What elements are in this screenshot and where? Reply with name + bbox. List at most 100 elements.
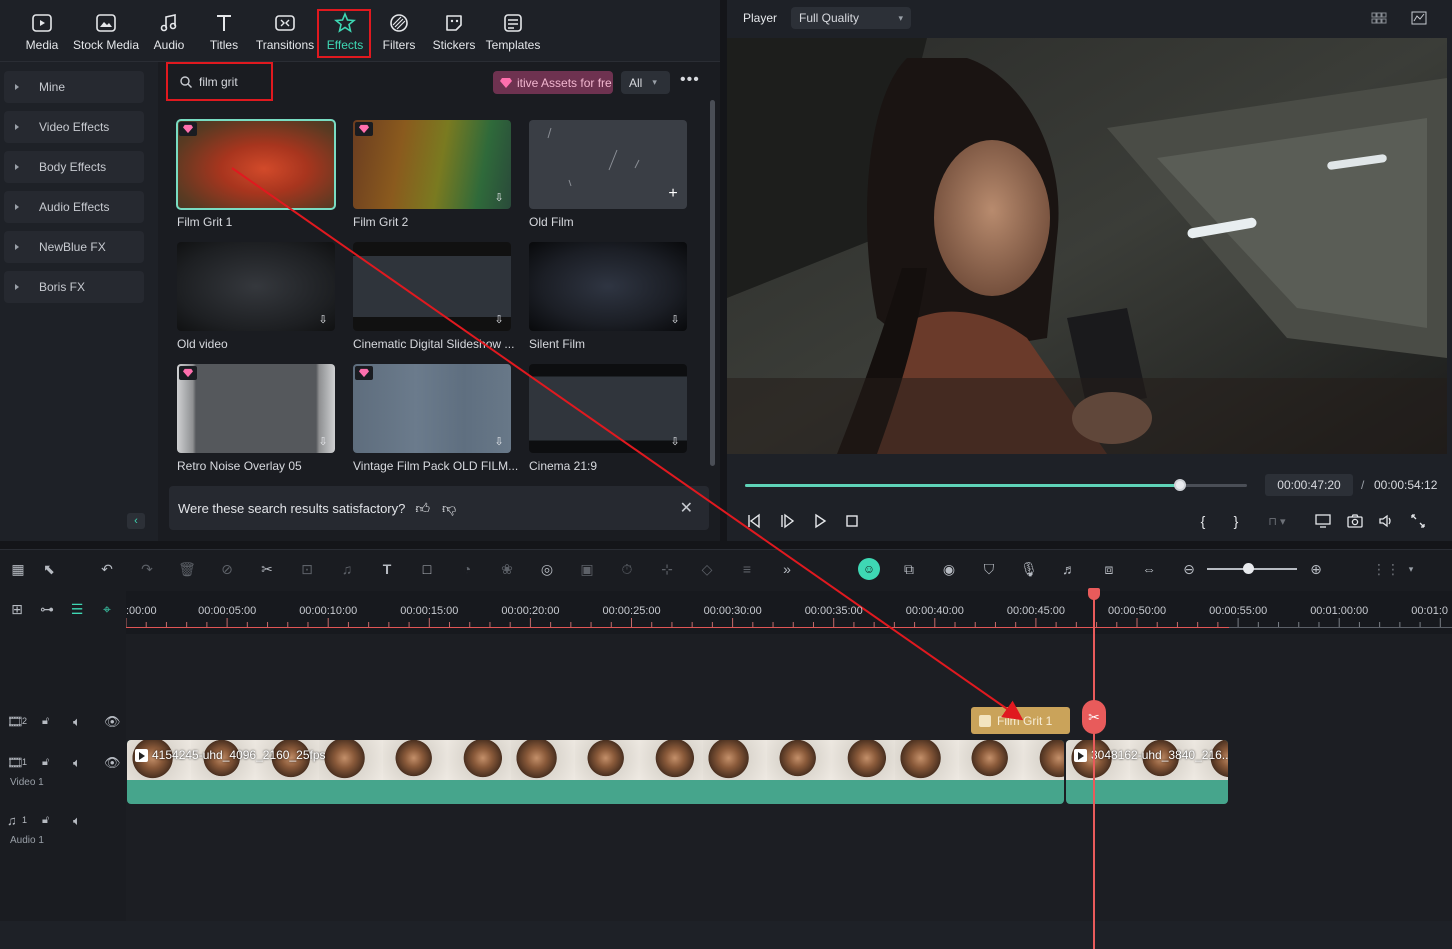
track-manager-icon[interactable]: ☰ <box>68 600 86 618</box>
layout-options-icon[interactable]: ⋮⋮ <box>1372 560 1400 578</box>
download-icon[interactable]: ⇩ <box>491 433 507 449</box>
zoom-out-icon[interactable]: ⊖ <box>1180 560 1198 578</box>
pip-icon[interactable]: ⧈ <box>1100 560 1118 578</box>
split-scissors-icon[interactable]: ✂ <box>258 560 276 578</box>
delete-icon[interactable]: 🗑︎ <box>178 560 196 578</box>
video-track-2[interactable] <box>126 704 1452 738</box>
audio-edit-icon[interactable]: ♫ <box>338 560 356 578</box>
more-tools-icon[interactable]: » <box>778 560 796 578</box>
effect-card-cinematic-digital-slideshow[interactable]: ⇩ Cinematic Digital Slideshow ... <box>353 242 514 351</box>
display-settings-button[interactable] <box>1313 512 1333 530</box>
effect-card-vintage-film-pack[interactable]: ⇩ Vintage Film Pack OLD FILM... <box>353 364 518 473</box>
adjust-icon[interactable]: ≡ <box>738 560 756 578</box>
effect-card-film-grit-2[interactable]: ⇩ Film Grit 2 <box>353 120 511 229</box>
mark-in-button[interactable]: { <box>1195 512 1211 530</box>
download-icon[interactable]: ⇩ <box>491 189 507 205</box>
speaker-icon[interactable]: 🔈︎ <box>73 714 81 730</box>
promo-banner[interactable]: itive Assets for fre <box>493 71 613 94</box>
tab-templates[interactable]: Templates <box>484 12 542 60</box>
auto-reframe-icon[interactable]: ⧉ <box>900 560 918 578</box>
ai-tools-icon[interactable]: ◎ <box>538 560 556 578</box>
crop-icon[interactable]: ⊡ <box>298 560 316 578</box>
sidebar-item-mine[interactable]: Mine <box>4 71 144 103</box>
download-icon[interactable]: ⇩ <box>667 433 683 449</box>
video-preview[interactable] <box>727 38 1447 454</box>
select-tool-icon[interactable]: ⬉ <box>40 560 58 578</box>
color-icon[interactable]: ❀ <box>498 560 516 578</box>
playhead-handle[interactable] <box>1088 588 1100 600</box>
effect-clip-film-grit-1[interactable]: Film Grit 1 <box>971 707 1070 734</box>
sidebar-item-newblue-fx[interactable]: NewBlue FX <box>4 231 144 263</box>
effect-card-silent-film[interactable]: ⇩ Silent Film <box>529 242 687 351</box>
text-tool-icon[interactable]: T <box>378 560 396 578</box>
split-at-playhead-button[interactable]: ✂ <box>1082 700 1106 734</box>
add-icon[interactable]: + <box>665 186 681 203</box>
layout-grid-icon[interactable]: ▦ <box>9 560 27 578</box>
current-time[interactable]: 00:00:47:20 <box>1265 474 1353 496</box>
eye-icon[interactable]: 👁︎ <box>104 755 121 771</box>
speaker-icon[interactable]: 🔈︎ <box>73 755 81 771</box>
mark-out-button[interactable]: } <box>1228 512 1244 530</box>
empty-track-area-bottom[interactable] <box>126 858 1452 921</box>
audio-track-1[interactable] <box>126 806 1452 858</box>
play-button[interactable] <box>811 512 829 530</box>
mask-icon[interactable]: □ <box>418 560 436 578</box>
effect-card-old-film[interactable]: + Old Film <box>529 120 687 229</box>
tab-stock-media[interactable]: Stock Media <box>71 12 141 60</box>
eye-icon[interactable]: 👁︎ <box>104 714 121 730</box>
effect-card-film-grit-1[interactable]: Film Grit 1 <box>176 119 336 229</box>
video-clip-a[interactable]: 4154245-uhd_4096_2160_25fps <box>127 740 1064 804</box>
chevron-down-icon[interactable]: ▾ <box>1402 560 1420 578</box>
download-icon[interactable]: ⇩ <box>315 433 331 449</box>
undo-icon[interactable]: ↶ <box>98 560 116 578</box>
tab-audio[interactable]: Audio <box>150 12 188 60</box>
tracking-icon[interactable]: ⊹ <box>658 560 676 578</box>
snap-icon[interactable]: ⌖ <box>98 600 116 618</box>
link-icon[interactable]: ⊶ <box>38 600 56 618</box>
tab-filters[interactable]: Filters <box>380 12 418 60</box>
empty-track-area[interactable] <box>126 634 1452 704</box>
audio-mixer-icon[interactable]: ♬ <box>1060 560 1078 578</box>
tab-titles[interactable]: Titles <box>205 12 243 60</box>
more-options-button[interactable]: ••• <box>680 72 702 90</box>
detach-icon[interactable]: ⊘ <box>218 560 236 578</box>
lock-icon[interactable]: 🔓︎ <box>42 715 49 728</box>
tab-media[interactable]: Media <box>22 12 62 60</box>
next-frame-button[interactable] <box>778 512 796 530</box>
sidebar-item-audio-effects[interactable]: Audio Effects <box>4 191 144 223</box>
playhead[interactable] <box>1093 592 1095 949</box>
sidebar-item-boris-fx[interactable]: Boris FX <box>4 271 144 303</box>
shield-icon[interactable]: ⛉ <box>980 560 998 578</box>
grid-view-icon[interactable] <box>1369 10 1389 26</box>
zoom-slider-handle[interactable] <box>1243 563 1254 574</box>
effect-card-retro-noise-overlay-05[interactable]: ⇩ Retro Noise Overlay 05 <box>177 364 335 473</box>
thumbs-up-icon[interactable]: 👍︎ <box>415 500 430 517</box>
speaker-icon[interactable]: 🔈︎ <box>73 813 81 829</box>
effects-scrollbar[interactable] <box>710 100 715 466</box>
filter-dropdown[interactable]: All ▾ <box>621 71 670 94</box>
redo-icon[interactable]: ↷ <box>138 560 156 578</box>
lock-icon[interactable]: 🔓︎ <box>42 814 49 827</box>
sidebar-item-video-effects[interactable]: Video Effects <box>4 111 144 143</box>
ai-assistant-icon[interactable]: ☺ <box>858 558 880 580</box>
search-input[interactable] <box>199 75 271 89</box>
collapse-sidebar-button[interactable]: ‹ <box>127 513 145 529</box>
download-icon[interactable]: ⇩ <box>667 311 683 327</box>
download-icon[interactable]: ⇩ <box>315 311 331 327</box>
volume-button[interactable] <box>1377 512 1395 530</box>
sidebar-item-body-effects[interactable]: Body Effects <box>4 151 144 183</box>
video-clip-b[interactable]: 3048162-uhd_3840_216... <box>1066 740 1228 804</box>
scopes-icon[interactable] <box>1409 9 1429 27</box>
add-track-icon[interactable]: ⊞ <box>8 600 26 618</box>
search-box[interactable] <box>169 66 271 98</box>
download-icon[interactable]: ⇩ <box>491 311 507 327</box>
tab-stickers[interactable]: Stickers <box>431 12 477 60</box>
speed-icon[interactable]: ◔ <box>458 560 476 578</box>
lock-icon[interactable]: 🔓︎ <box>42 756 49 769</box>
marker-dropdown[interactable]: ⊓ ▾ <box>1260 512 1294 530</box>
effect-card-cinema-21-9[interactable]: ⇩ Cinema 21:9 <box>529 364 687 473</box>
fit-icon[interactable]: ⇔ <box>1140 560 1158 578</box>
fullscreen-button[interactable] <box>1409 512 1427 530</box>
snapshot-button[interactable] <box>1346 512 1364 530</box>
previous-frame-button[interactable] <box>745 512 763 530</box>
